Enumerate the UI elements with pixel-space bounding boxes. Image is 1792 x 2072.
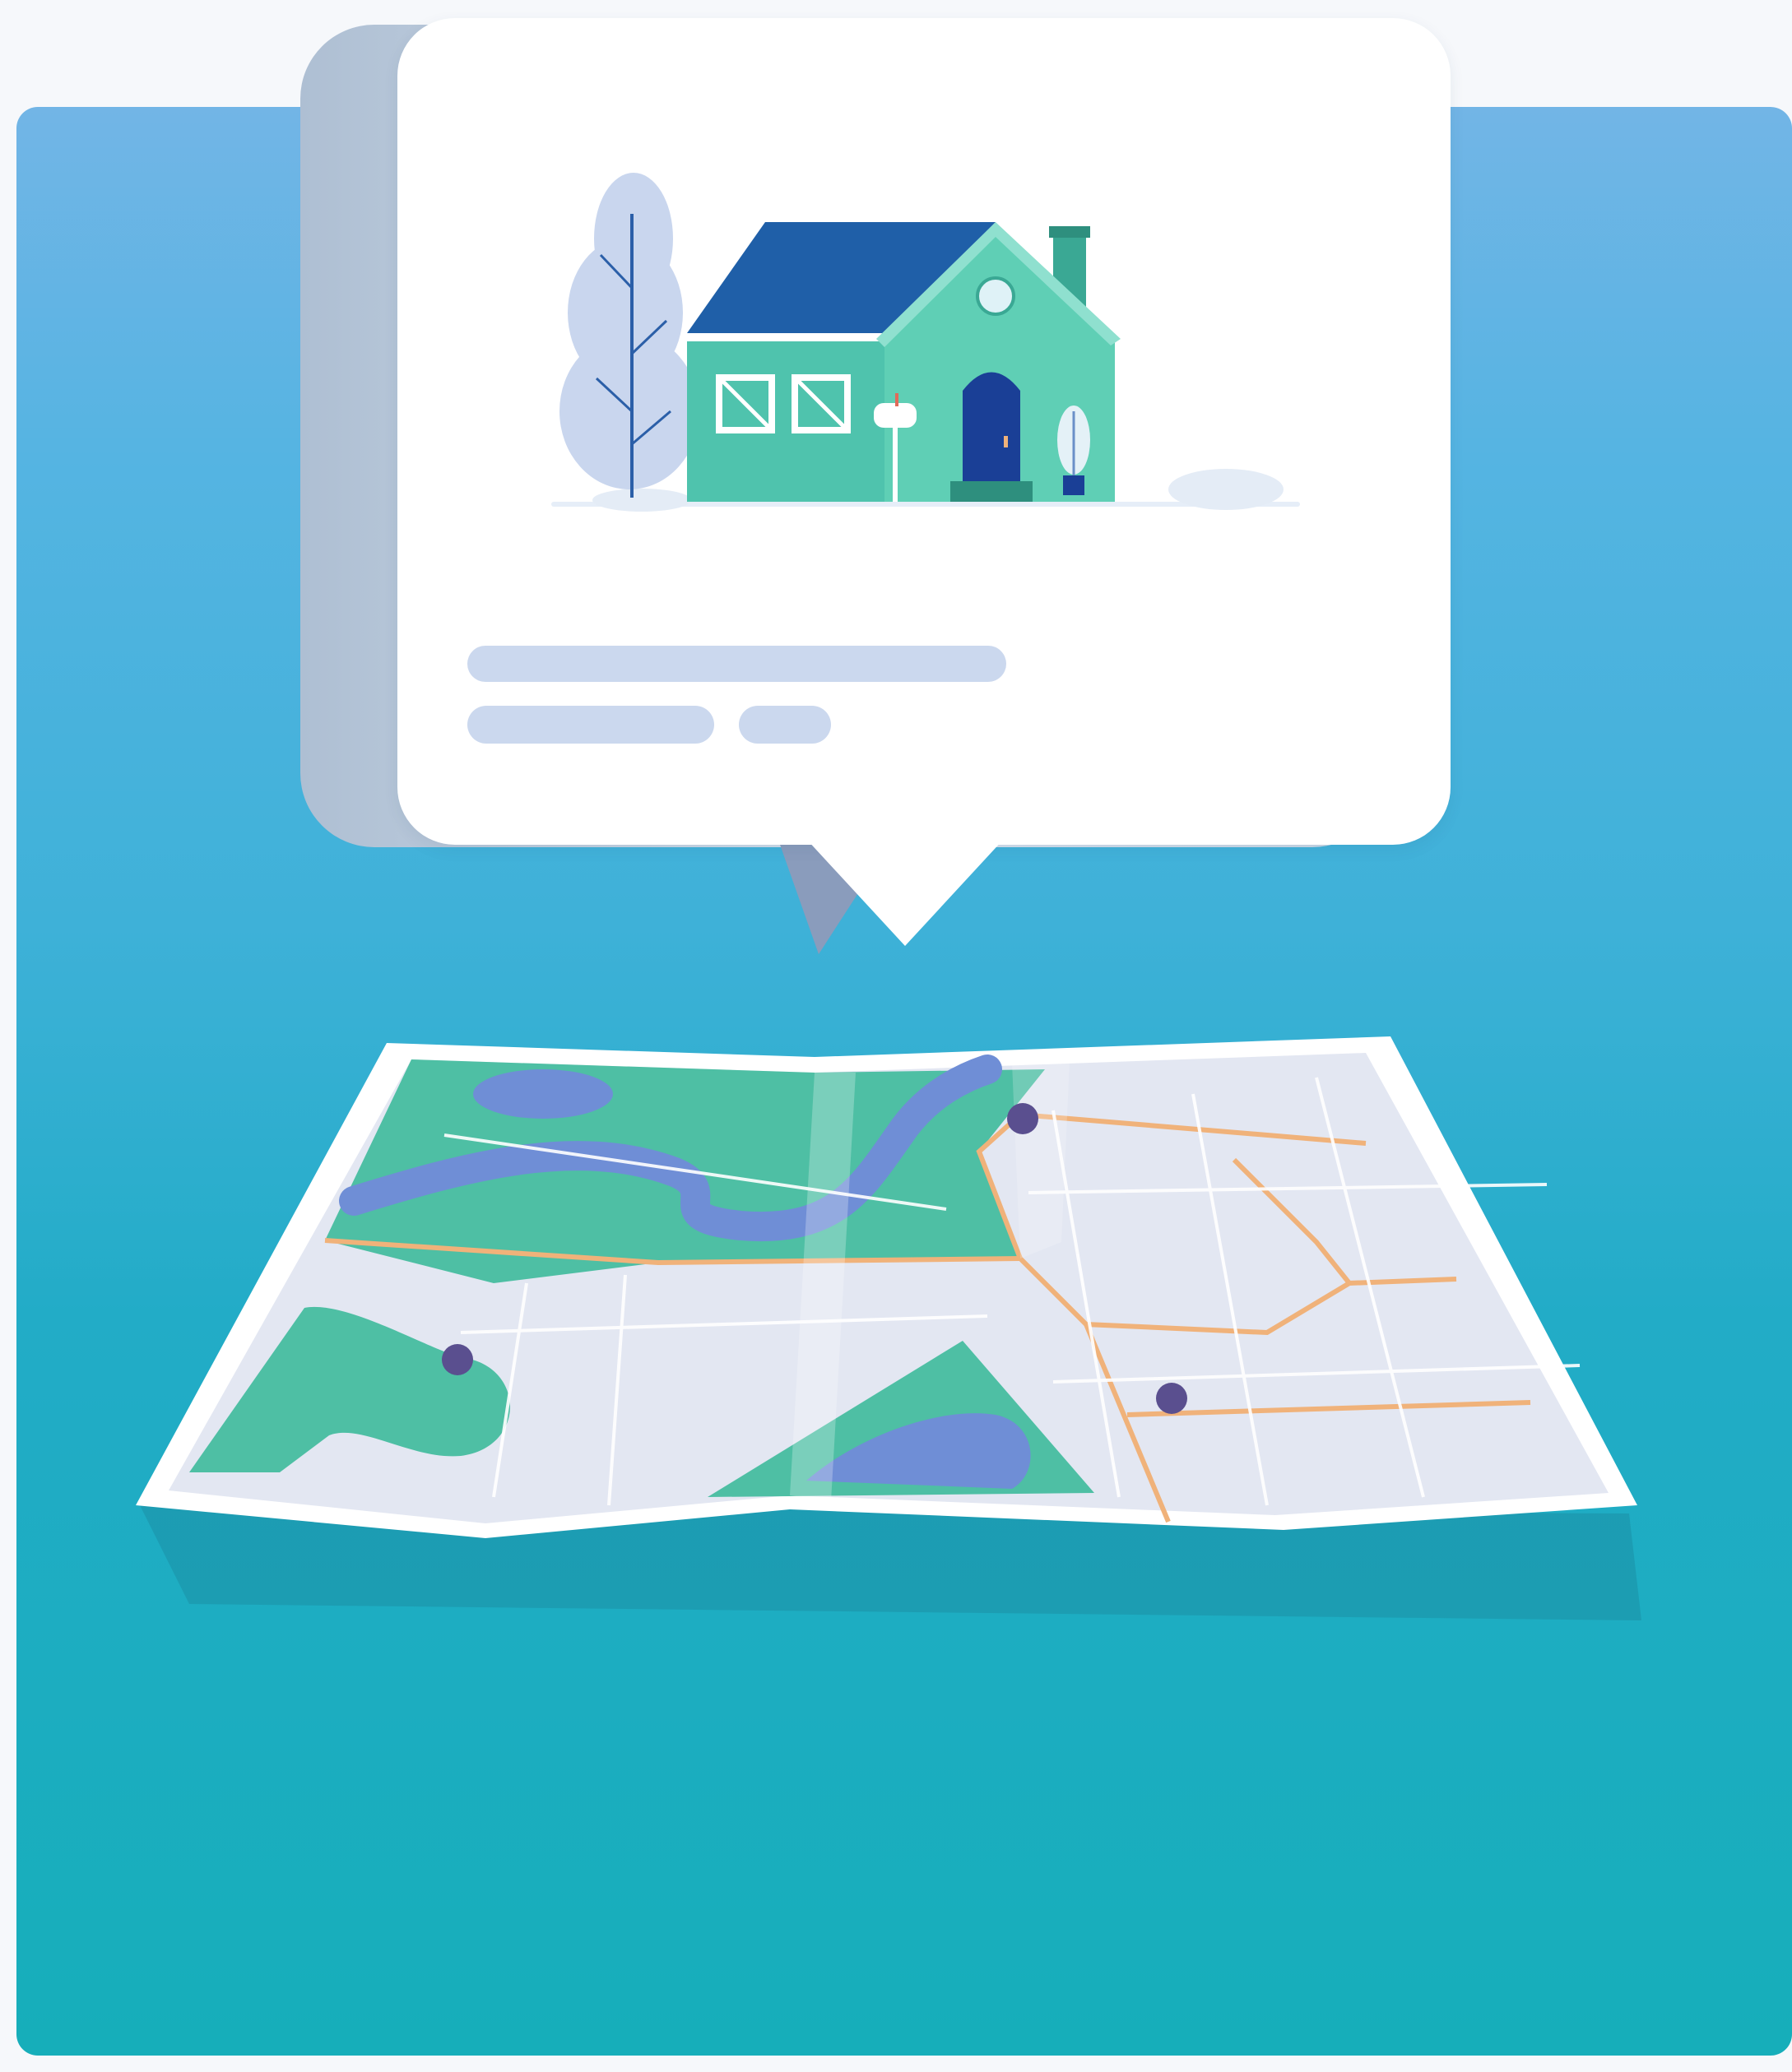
map-pin-icon: [1007, 1103, 1038, 1134]
illustration-stage: [0, 0, 1792, 2072]
map-pin-icon: [1156, 1383, 1187, 1414]
map-pin-icon: [442, 1344, 473, 1375]
map-lake-top: [473, 1069, 613, 1119]
folded-map: [136, 1036, 1641, 1620]
